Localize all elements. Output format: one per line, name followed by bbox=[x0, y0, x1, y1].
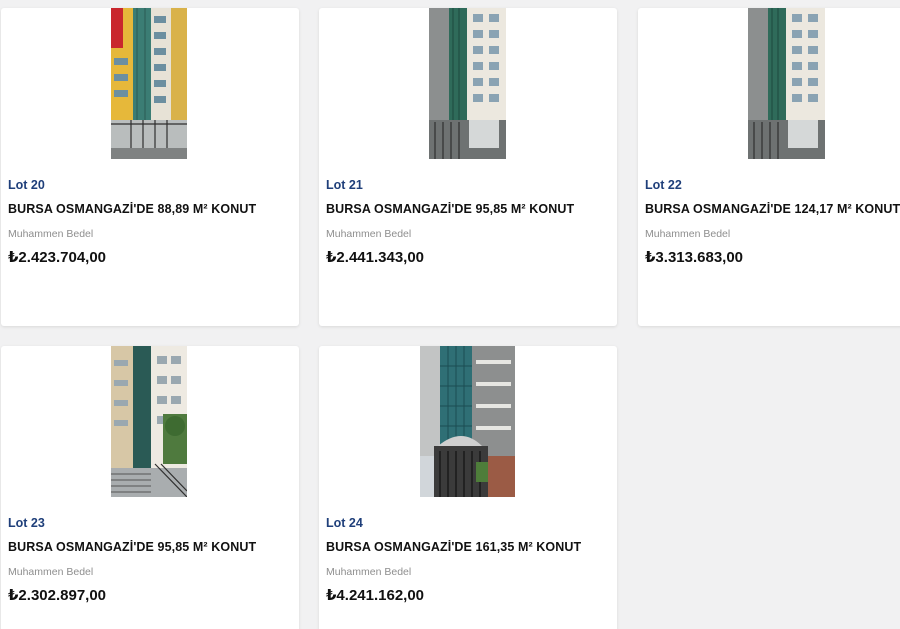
building-photo[interactable] bbox=[748, 8, 825, 159]
lot-card[interactable]: Lot 20 BURSA OSMANGAZİ'DE 88,89 M² KONUT… bbox=[1, 8, 299, 326]
lot-card[interactable]: Lot 21 BURSA OSMANGAZİ'DE 95,85 M² KONUT… bbox=[319, 8, 617, 326]
lot-number[interactable]: Lot 24 bbox=[326, 516, 363, 530]
price-label: Muhammen Bedel bbox=[326, 228, 412, 240]
lot-number[interactable]: Lot 21 bbox=[326, 178, 363, 192]
lot-title[interactable]: BURSA OSMANGAZİ'DE 124,17 M² KONUT bbox=[645, 202, 900, 216]
building-photo[interactable] bbox=[111, 346, 187, 497]
lot-title[interactable]: BURSA OSMANGAZİ'DE 95,85 M² KONUT bbox=[8, 540, 256, 554]
lot-number[interactable]: Lot 20 bbox=[8, 178, 45, 192]
building-photo[interactable] bbox=[420, 346, 515, 497]
lot-card[interactable]: Lot 23 BURSA OSMANGAZİ'DE 95,85 M² KONUT… bbox=[1, 346, 299, 629]
building-photo[interactable] bbox=[429, 8, 506, 159]
price-label: Muhammen Bedel bbox=[326, 566, 412, 578]
price-label: Muhammen Bedel bbox=[8, 228, 94, 240]
price-label: Muhammen Bedel bbox=[645, 228, 731, 240]
price-value: ₺3.313.683,00 bbox=[645, 249, 744, 266]
price-value: ₺2.441.343,00 bbox=[326, 249, 425, 266]
lot-title[interactable]: BURSA OSMANGAZİ'DE 95,85 M² KONUT bbox=[326, 202, 574, 216]
lot-title[interactable]: BURSA OSMANGAZİ'DE 161,35 M² KONUT bbox=[326, 540, 581, 554]
lot-card[interactable]: Lot 24 BURSA OSMANGAZİ'DE 161,35 M² KONU… bbox=[319, 346, 617, 629]
lot-number[interactable]: Lot 22 bbox=[645, 178, 682, 192]
lot-number[interactable]: Lot 23 bbox=[8, 516, 45, 530]
lot-title[interactable]: BURSA OSMANGAZİ'DE 88,89 M² KONUT bbox=[8, 202, 256, 216]
price-value: ₺4.241.162,00 bbox=[326, 587, 425, 604]
price-label: Muhammen Bedel bbox=[8, 566, 94, 578]
lot-card[interactable]: Lot 22 BURSA OSMANGAZİ'DE 124,17 M² KONU… bbox=[638, 8, 900, 326]
building-photo[interactable] bbox=[111, 8, 187, 159]
price-value: ₺2.302.897,00 bbox=[8, 587, 107, 604]
price-value: ₺2.423.704,00 bbox=[8, 249, 107, 266]
lot-grid: Lot 20 BURSA OSMANGAZİ'DE 88,89 M² KONUT… bbox=[0, 0, 900, 629]
